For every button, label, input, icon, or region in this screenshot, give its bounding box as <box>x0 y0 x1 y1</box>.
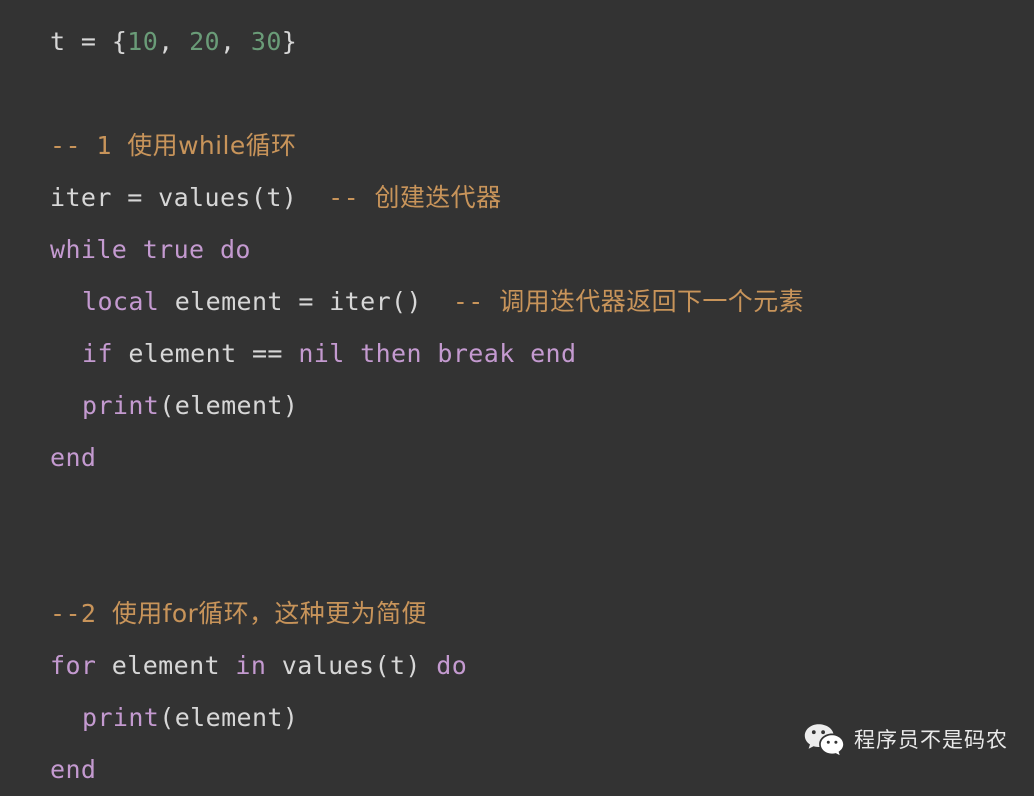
code-token-plain: (element) <box>159 703 299 732</box>
code-token-plain: (element) <box>159 391 299 420</box>
code-token-comment: 使用for循环，这种更为简便 <box>111 599 427 628</box>
code-token-plain: element <box>96 651 236 680</box>
code-line: -- 1 使用while循环 <box>0 120 1034 172</box>
code-token-comment: -- 1 <box>50 131 128 160</box>
code-token-number: 10 <box>127 27 159 56</box>
code-token-keyword: print <box>82 391 160 420</box>
code-token-comment: -- <box>328 183 375 212</box>
code-token-keyword: print <box>82 703 160 732</box>
code-token-number: 30 <box>250 27 282 56</box>
code-token-comment: -- <box>452 287 500 316</box>
code-token-comment: 使用while循环 <box>127 131 297 160</box>
code-token-comment: 调用迭代器返回下一个元素 <box>499 287 805 316</box>
code-token-keyword: for <box>50 651 97 680</box>
code-line: if element == nil then break end <box>0 328 1034 380</box>
code-token-keyword: while true do <box>50 235 251 264</box>
code-line: for element in values(t) do <box>0 640 1034 692</box>
code-token-plain: element = iter() <box>159 287 453 316</box>
code-token-keyword: end <box>50 443 97 472</box>
code-snippet-surface: t = {10, 20, 30} -- 1 使用while循环 iter = val… <box>0 0 1034 784</box>
code-line: while true do <box>0 224 1034 276</box>
code-token-keyword: local <box>82 287 160 316</box>
code-token-keyword: end <box>50 755 97 784</box>
code-token-plain: values(t) <box>266 651 437 680</box>
code-token-plain: element == <box>112 339 299 368</box>
code-token-punct: { <box>111 27 128 56</box>
code-token-punct: , <box>158 27 190 56</box>
code-token-number: 20 <box>189 27 220 56</box>
code-line: end <box>0 432 1034 484</box>
code-token-comment: --2 <box>50 599 112 628</box>
code-line: print(element) <box>0 380 1034 432</box>
code-token-plain: t = <box>50 27 112 56</box>
code-line: t = {10, 20, 30} <box>0 16 1034 68</box>
code-token-keyword: if <box>82 339 113 368</box>
code-token-keyword: nil then break end <box>298 339 577 368</box>
code-token-comment: 创建迭代器 <box>374 183 502 212</box>
code-line: --2 使用for循环，这种更为简便 <box>0 588 1034 640</box>
code-token-keyword: in <box>235 651 267 680</box>
code-line: iter = values(t) -- 创建迭代器 <box>0 172 1034 224</box>
code-line: local element = iter() -- 调用迭代器返回下一个元素 <box>0 276 1034 328</box>
code-block: t = {10, 20, 30} -- 1 使用while循环 iter = val… <box>0 16 1034 796</box>
watermark: 程序员不是码农 <box>804 722 1008 758</box>
code-token-keyword: do <box>436 651 468 680</box>
wechat-logo-icon <box>804 722 844 758</box>
code-token-plain: iter = values(t) <box>50 183 329 212</box>
watermark-label: 程序员不是码农 <box>854 727 1008 752</box>
code-token-punct: } <box>281 27 298 56</box>
code-token-punct: , <box>219 27 251 56</box>
